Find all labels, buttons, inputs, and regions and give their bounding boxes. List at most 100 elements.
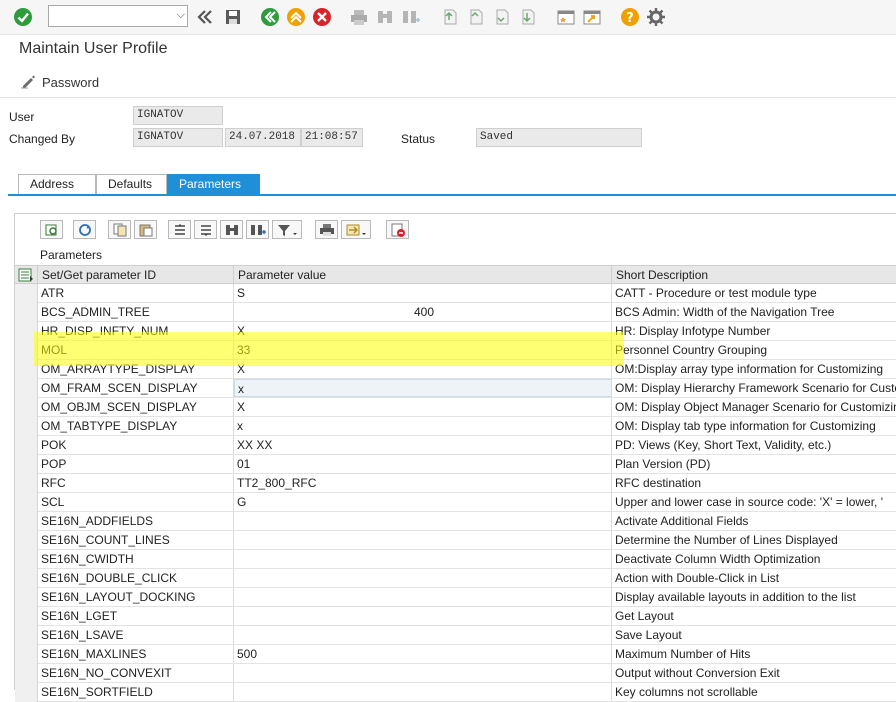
table-row[interactable]: SE16N_LGET Get Layout [15,607,896,626]
parameter-id-cell[interactable]: POK [38,436,234,454]
parameter-value-cell[interactable]: x [234,379,612,397]
table-row[interactable]: OM_TABTYPE_DISPLAY x OM: Display tab type … [15,417,896,436]
parameter-value-cell[interactable]: TT2_800_RFC [234,474,612,492]
back-icon[interactable] [259,6,281,28]
find-next-icon[interactable] [246,220,269,239]
row-selector[interactable] [15,436,38,455]
first-page-icon[interactable] [438,6,460,28]
settings-icon[interactable] [645,6,667,28]
parameter-value-cell[interactable]: 01 [234,455,612,473]
parameter-value-cell[interactable]: G [234,493,612,511]
parameter-id-cell[interactable]: SE16N_LAYOUT_DOCKING [38,588,234,606]
table-row[interactable]: POK XX XX PD: Views (Key, Short Text, Vali… [15,436,896,455]
table-row[interactable]: OM_FRAM_SCEN_DISPLAY x OM: Display Hierarc… [15,379,896,398]
table-row[interactable]: OM_OBJM_SCEN_DISPLAY X OM: Display Object … [15,398,896,417]
row-selector[interactable] [15,417,38,436]
parameter-value-cell[interactable]: XX XX [234,436,612,454]
parameter-id-cell[interactable]: SE16N_DOUBLE_CLICK [38,569,234,587]
row-selector[interactable] [15,455,38,474]
next-page-icon[interactable] [490,6,512,28]
select-all-icon[interactable] [15,266,38,283]
table-row[interactable]: RFC TT2_800_RFC RFC destination [15,474,896,493]
sort-descending-icon[interactable] [194,220,217,239]
parameter-value-cell[interactable] [234,512,612,530]
password-button[interactable]: Password [20,73,99,92]
double-left-icon[interactable] [194,6,216,28]
row-selector[interactable] [15,303,38,322]
parameter-id-cell[interactable]: OM_TABTYPE_DISPLAY [38,417,234,435]
column-header-parameter-id[interactable]: Set/Get parameter ID [38,266,234,283]
delete-row-icon[interactable] [386,220,409,239]
row-selector[interactable] [15,512,38,531]
table-row[interactable]: SCL G Upper and lower case in source code:… [15,493,896,512]
find-icon[interactable] [220,220,243,239]
save-icon[interactable] [222,6,244,28]
row-selector[interactable] [15,645,38,664]
row-selector[interactable] [15,550,38,569]
help-icon[interactable]: ? [619,6,641,28]
table-row[interactable]: SE16N_LSAVE Save Layout [15,626,896,645]
details-icon[interactable] [40,220,63,239]
table-row[interactable]: SE16N_ADDFIELDS Activate Additional Field… [15,512,896,531]
create-session-icon[interactable] [555,6,577,28]
parameter-id-cell[interactable]: RFC [38,474,234,492]
parameter-value-cell[interactable] [234,607,612,625]
row-selector[interactable] [15,531,38,550]
table-row[interactable]: BCS_ADMIN_TREE 400 BCS Admin: Width of the… [15,303,896,322]
table-row[interactable]: SE16N_COUNT_LINES Determine the Number of… [15,531,896,550]
parameter-id-cell[interactable]: SE16N_NO_CONVEXIT [38,664,234,682]
filter-icon[interactable] [272,220,302,239]
parameter-value-cell[interactable] [234,569,612,587]
row-selector[interactable] [15,664,38,683]
last-page-icon[interactable] [516,6,538,28]
parameter-id-cell[interactable]: SCL [38,493,234,511]
row-selector[interactable] [15,284,38,303]
parameter-id-cell[interactable]: BCS_ADMIN_TREE [38,303,234,321]
column-header-parameter-value[interactable]: Parameter value [234,266,612,283]
dropdown-chevron-icon[interactable]: ⌵ [177,9,185,22]
parameter-id-cell[interactable]: SE16N_MAXLINES [38,645,234,663]
table-row[interactable]: ATR S CATT - Procedure or test module type [15,284,896,303]
paste-icon[interactable] [134,220,157,239]
sort-ascending-icon[interactable] [168,220,191,239]
tab-defaults[interactable]: Defaults [96,174,167,194]
parameter-value-cell[interactable] [234,664,612,682]
shortcut-icon[interactable] [581,6,603,28]
enter-check-icon[interactable] [12,6,34,28]
column-header-short-description[interactable]: Short Description [612,266,896,283]
exit-icon[interactable] [285,6,307,28]
print-icon[interactable] [348,6,370,28]
table-row[interactable]: SE16N_DOUBLE_CLICK Action with Double-Cli… [15,569,896,588]
parameter-value-cell[interactable]: X [234,398,612,416]
table-row[interactable]: SE16N_CWIDTH Deactivate Column Width Opti… [15,550,896,569]
parameter-value-cell[interactable]: 400 [234,303,612,321]
parameter-value-cell[interactable] [234,588,612,606]
row-selector[interactable] [15,493,38,512]
parameter-value-cell[interactable] [234,531,612,549]
parameter-id-cell[interactable]: SE16N_LSAVE [38,626,234,644]
parameter-id-cell[interactable]: SE16N_COUNT_LINES [38,531,234,549]
print-icon[interactable] [315,220,338,239]
table-row[interactable]: SE16N_NO_CONVEXIT Output without Conversi… [15,664,896,683]
command-field[interactable]: ⌵ [48,5,188,27]
parameter-value-cell[interactable] [234,626,612,644]
parameter-value-cell[interactable]: S [234,284,612,302]
parameter-id-cell[interactable]: SE16N_LGET [38,607,234,625]
table-row[interactable]: SE16N_LAYOUT_DOCKING Display available la… [15,588,896,607]
parameter-value-cell[interactable] [234,550,612,568]
parameter-id-cell[interactable]: POP [38,455,234,473]
copy-icon[interactable] [108,220,131,239]
parameter-id-cell[interactable]: SE16N_SORTFIELD [38,683,234,701]
find-icon[interactable] [374,6,396,28]
export-icon[interactable] [341,220,371,239]
parameter-id-cell[interactable]: OM_FRAM_SCEN_DISPLAY [38,379,234,397]
find-next-icon[interactable] [400,6,422,28]
row-selector[interactable] [15,379,38,398]
parameter-id-cell[interactable]: ATR [38,284,234,302]
parameter-id-cell[interactable]: OM_OBJM_SCEN_DISPLAY [38,398,234,416]
parameter-id-cell[interactable]: SE16N_ADDFIELDS [38,512,234,530]
cancel-icon[interactable] [311,6,333,28]
tab-address[interactable]: Address [18,174,96,194]
parameter-value-cell[interactable]: x [234,417,612,435]
refresh-icon[interactable] [73,220,96,239]
